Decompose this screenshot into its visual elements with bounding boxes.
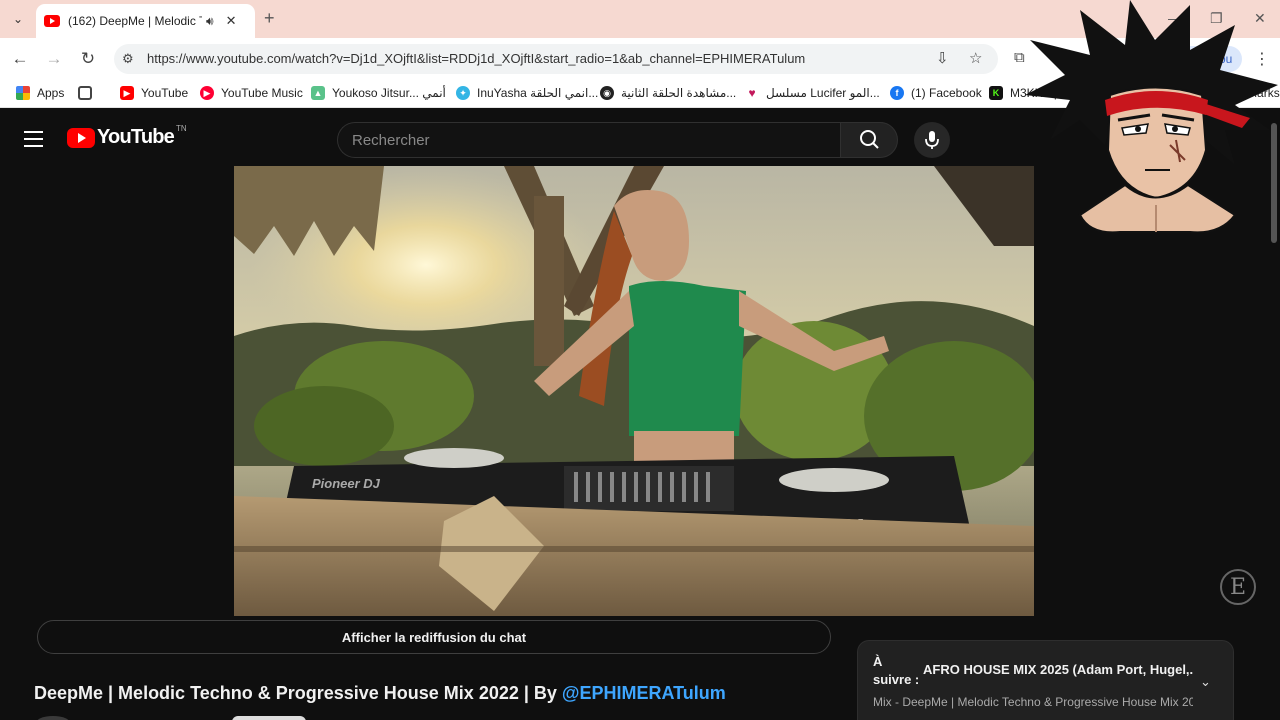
bookmark-label: (1) Facebook xyxy=(911,86,982,100)
up-next-title[interactable]: AFRO HOUSE MIX 2025 (Adam Port, Hugel,..… xyxy=(923,662,1193,677)
anime-site-icon-2: ✦ xyxy=(456,86,470,100)
deck-brand-left: Pioneer DJ xyxy=(312,476,381,491)
anime-site-icon: ▲ xyxy=(311,86,325,100)
bookmark-episode[interactable]: ◉ مشاهدة الحلقة الثانية... xyxy=(600,86,736,100)
chevron-down-icon[interactable]: ⌄ xyxy=(1200,674,1211,690)
heart-site-icon: ♥ xyxy=(748,86,756,100)
country-code: TN xyxy=(175,124,187,133)
channel-handle-link[interactable]: @EPHIMERATulum xyxy=(562,683,726,703)
up-next-playlist: Mix - DeepMe | Melodic Techno & Progress… xyxy=(873,695,1193,709)
active-tab[interactable]: (162) DeepMe | Melodic Te 🔊︎ ✕ xyxy=(36,4,255,38)
video-player[interactable]: Pioneer DJ Pioneer DJ xyxy=(234,166,1034,616)
tab-search-chevron-icon[interactable]: ⌄ xyxy=(6,7,30,31)
youtube-logo-icon xyxy=(67,127,95,148)
show-chat-replay-button[interactable]: Afficher la rediffusion du chat xyxy=(37,620,831,654)
bookmark-label: InuYasha انمي الحلقة... xyxy=(477,86,599,100)
bookmark-youtube-music[interactable]: ▶ YouTube Music xyxy=(200,86,303,100)
install-app-icon[interactable]: ⇩ xyxy=(936,49,949,67)
anime-character-sticker xyxy=(1025,0,1278,234)
bookmark-label: مسلسل Lucifer المو... xyxy=(766,86,880,100)
back-arrow-icon[interactable]: ← xyxy=(8,47,32,71)
search-placeholder: Rechercher xyxy=(352,132,430,149)
channel-avatar[interactable] xyxy=(36,716,70,720)
bookmark-label: YouTube Music xyxy=(221,86,303,100)
forward-arrow-icon[interactable]: → xyxy=(42,47,66,71)
bookmark-lucifer[interactable]: ♥ مسلسل Lucifer المو... xyxy=(745,86,880,100)
search-input[interactable]: Rechercher xyxy=(337,122,840,158)
up-next-label: À suivre : xyxy=(873,654,920,687)
video-title-text: DeepMe | Melodic Techno & Progressive Ho… xyxy=(34,683,562,703)
bookmark-facebook[interactable]: f (1) Facebook xyxy=(890,86,982,100)
site-settings-icon[interactable]: ⚙︎ xyxy=(122,51,134,67)
bookmark-label: YouTube xyxy=(141,86,189,100)
subscribe-button[interactable] xyxy=(232,716,306,720)
video-title: DeepMe | Melodic Techno & Progressive Ho… xyxy=(34,683,726,704)
microphone-icon xyxy=(925,131,939,149)
bookmark-label: Apps xyxy=(37,86,65,100)
youtube-logo-text: YouTube xyxy=(97,126,175,148)
url-text[interactable]: https://www.youtube.com/watch?v=Dj1d_XOj… xyxy=(147,51,805,66)
up-next-panel[interactable]: À suivre : AFRO HOUSE MIX 2025 (Adam Por… xyxy=(857,640,1234,720)
channel-watermark-logo[interactable]: E xyxy=(1220,569,1256,605)
bookmark-label: مشاهدة الحلقة الثانية... xyxy=(621,86,737,100)
kick-icon: K xyxy=(989,86,1003,100)
tab-groups-icon[interactable] xyxy=(78,86,99,100)
voice-search-button[interactable] xyxy=(914,122,950,158)
search-icon xyxy=(860,130,879,149)
bookmark-star-icon[interactable]: ☆ xyxy=(969,49,982,67)
youtube-favicon-icon xyxy=(44,15,60,27)
facebook-icon: f xyxy=(890,86,904,100)
apps-grid-icon xyxy=(16,86,30,100)
speaker-icon[interactable]: 🔊︎ xyxy=(206,14,214,29)
youtube-icon: ▶ xyxy=(120,86,134,100)
bookmark-apps[interactable]: Apps xyxy=(16,86,64,100)
tab-close-icon[interactable]: ✕ xyxy=(226,13,237,29)
grid-icon xyxy=(78,86,92,100)
bookmark-youtube[interactable]: ▶ YouTube xyxy=(120,86,188,100)
tab-title: (162) DeepMe | Melodic Te xyxy=(68,14,202,28)
video-frame: Pioneer DJ Pioneer DJ xyxy=(234,166,1034,616)
hamburger-menu-icon[interactable] xyxy=(24,131,43,147)
new-tab-button[interactable]: + xyxy=(264,8,275,29)
bookmark-youkoso[interactable]: ▲ Youkoso Jitsur... أنمي xyxy=(311,86,446,100)
bookmark-inuyasha[interactable]: ✦ InuYasha انمي الحلقة... xyxy=(456,86,598,100)
youtube-music-icon: ▶ xyxy=(200,86,214,100)
bookmark-label: Youkoso Jitsur... أنمي xyxy=(332,86,446,100)
address-bar[interactable]: ⚙︎ https://www.youtube.com/watch?v=Dj1d_… xyxy=(114,44,998,74)
reload-icon[interactable]: ↻ xyxy=(76,47,100,71)
globe-icon: ◉ xyxy=(600,86,614,100)
youtube-logo[interactable]: YouTube TN xyxy=(67,124,187,149)
search-button[interactable] xyxy=(840,122,898,158)
